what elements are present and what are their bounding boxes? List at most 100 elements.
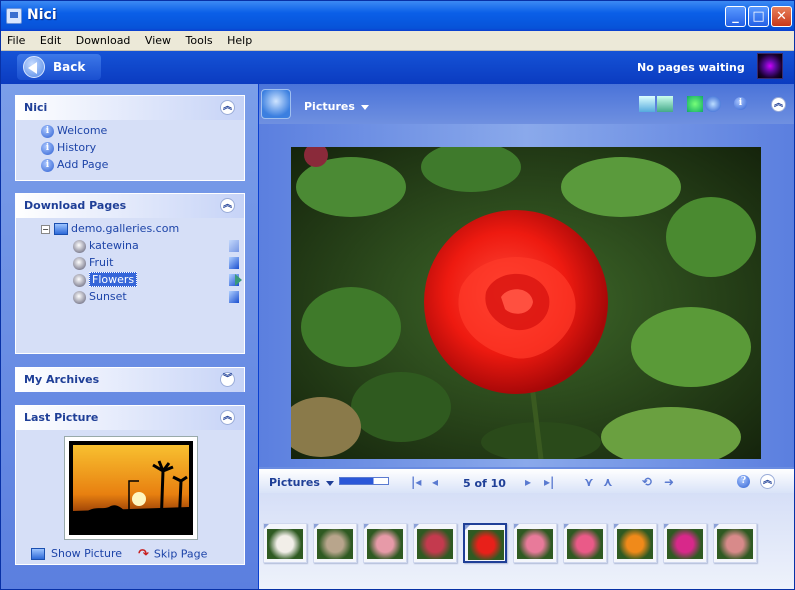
skip-page-button[interactable]: ↷ Skip Page	[138, 547, 207, 562]
thumbnail-spiral[interactable]	[313, 523, 357, 563]
expand-down-icon[interactable]: ︾	[220, 372, 235, 387]
thumbnail-image	[267, 529, 303, 559]
help-icon: ?	[737, 474, 750, 488]
last-picture-thumbnail[interactable]	[64, 436, 198, 540]
menu-download[interactable]: Download	[70, 31, 136, 47]
panel-title: Last Picture	[24, 411, 99, 424]
download-panel-header[interactable]: Download Pages ︽	[16, 194, 244, 218]
thumbnail-image	[617, 529, 653, 559]
app-icon	[6, 8, 22, 24]
tree-item-flowers[interactable]: Flowers	[73, 272, 138, 287]
left-task-pane: Nici ︽ i Welcome i History i Add Page Downl…	[1, 84, 258, 589]
info-icon: i	[41, 158, 54, 172]
panel-title: Nici	[24, 101, 48, 114]
thumbnail-red-pink-rose[interactable]	[413, 523, 457, 563]
next-picture-icon[interactable]: ▸	[525, 475, 531, 489]
rotate-icon[interactable]: ⟲	[642, 475, 652, 489]
connect-icon[interactable]	[687, 96, 703, 112]
thumbnail-image	[367, 529, 403, 559]
last-picture-icon[interactable]: ▸|	[544, 475, 554, 489]
thumbnail-image	[417, 529, 453, 559]
info-button[interactable]: i	[734, 96, 750, 112]
info-icon: i	[734, 96, 747, 110]
zoom-out-icon[interactable]: ⋏	[603, 475, 613, 489]
tree-collapse-icon[interactable]: −	[41, 224, 50, 234]
panel-title: Download Pages	[24, 199, 127, 212]
last-picture-panel-header[interactable]: Last Picture ︽	[16, 406, 244, 430]
last-picture-panel: Last Picture ︽ Show Picture ↷ Skip Page	[15, 405, 245, 565]
transfer-icon[interactable]	[657, 96, 673, 112]
thumbnail-pink-rose-wood[interactable]	[363, 523, 407, 563]
page-icon	[73, 256, 86, 270]
page-icon	[73, 239, 86, 253]
add-page-link[interactable]: i Add Page	[41, 158, 108, 172]
minimize-button[interactable]: _	[725, 6, 746, 27]
collapse-up-icon[interactable]: ︽	[220, 410, 235, 425]
main-picture[interactable]	[291, 147, 761, 459]
thumbnail-image	[468, 530, 504, 560]
download-pages-panel: Download Pages ︽ − demo.galleries.com kat…	[15, 193, 245, 354]
forward-icon[interactable]: ➜	[664, 475, 674, 489]
collapse-up-icon[interactable]: ︽	[220, 100, 235, 115]
thumbnail-white-rose[interactable]	[263, 523, 307, 563]
tree-item-katewina[interactable]: katewina	[73, 239, 139, 253]
thumbnail-image	[517, 529, 553, 559]
previous-picture-icon[interactable]: ◂	[432, 475, 438, 489]
thumbnail-pink-rose-green[interactable]	[513, 523, 557, 563]
history-link[interactable]: i History	[41, 141, 96, 155]
thumbnail-image	[567, 529, 603, 559]
thumbnail-tulip[interactable]	[613, 523, 657, 563]
tree-item-sunset[interactable]: Sunset	[73, 290, 127, 304]
thumbnail-image	[717, 529, 753, 559]
navigation-bar: Back No pages waiting	[1, 51, 794, 84]
refresh-icon[interactable]	[705, 96, 721, 112]
main-pane: Pictures i ︽ Pictures |◂ ◂ 5 of 10 ▸ ▸| …	[259, 84, 794, 589]
dropdown-icon	[360, 104, 369, 110]
filmstrip-toolbar: Pictures |◂ ◂ 5 of 10 ▸ ▸| ⋎ ⋏ ⟲ ➜ ? ︽	[259, 467, 794, 493]
menu-tools[interactable]: Tools	[180, 31, 218, 47]
nici-panel-header[interactable]: Nici ︽	[16, 96, 244, 120]
network-icon[interactable]	[639, 96, 655, 112]
show-picture-button[interactable]: Show Picture	[31, 547, 122, 560]
collapse-up-icon[interactable]: ︽	[220, 198, 235, 213]
menu-help[interactable]: Help	[221, 31, 257, 47]
progress-indicator	[229, 257, 239, 269]
app-window: Nici _ □ ✕ File Edit Download View Tools…	[0, 0, 795, 590]
menu-view[interactable]: View	[139, 31, 176, 47]
zoom-slider[interactable]	[339, 477, 389, 485]
maximize-button[interactable]: □	[748, 6, 769, 27]
collapse-up-icon[interactable]: ︽	[771, 97, 786, 112]
thumbnail-red-rose[interactable]	[463, 523, 507, 563]
tree-item-fruit[interactable]: Fruit	[73, 256, 113, 270]
zoom-in-icon[interactable]: ⋎	[584, 475, 594, 489]
back-label: Back	[53, 60, 86, 74]
menu-edit[interactable]: Edit	[34, 31, 66, 47]
back-button[interactable]: Back	[17, 54, 101, 80]
dropdown-icon	[325, 480, 334, 486]
thumbnail-image	[317, 529, 353, 559]
info-icon: i	[41, 124, 54, 138]
skip-arrow-icon: ↷	[138, 547, 149, 562]
tree-root[interactable]: − demo.galleries.com	[41, 222, 179, 235]
status-text: No pages waiting	[637, 61, 745, 74]
archives-panel-header[interactable]: My Archives ︾	[16, 368, 244, 392]
filmstrip-view-selector[interactable]: Pictures	[269, 476, 334, 489]
help-button[interactable]: ?	[737, 474, 753, 488]
progress-indicator	[229, 240, 239, 252]
sunset-image	[73, 445, 189, 528]
first-picture-icon[interactable]: |◂	[411, 475, 421, 489]
collapse-up-icon[interactable]: ︽	[760, 474, 775, 489]
thumbnail-image	[667, 529, 703, 559]
my-archives-panel: My Archives ︾	[15, 367, 245, 392]
thumbnail-rose-wood[interactable]	[713, 523, 757, 563]
main-header: Pictures i ︽	[259, 84, 794, 124]
close-button[interactable]: ✕	[771, 6, 792, 27]
thumbnail-lily[interactable]	[663, 523, 707, 563]
menu-file[interactable]: File	[1, 31, 30, 47]
thumbnail-pink-rose[interactable]	[563, 523, 607, 563]
welcome-link[interactable]: i Welcome	[41, 124, 107, 138]
thumbnail-strip	[259, 493, 794, 589]
title-bar[interactable]: Nici _ □ ✕	[1, 1, 794, 31]
view-selector[interactable]: Pictures	[304, 100, 369, 113]
panel-title: My Archives	[24, 373, 100, 386]
